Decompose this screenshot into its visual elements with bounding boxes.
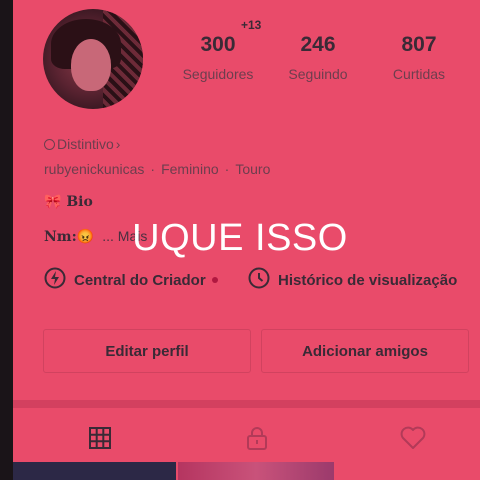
creator-center-label: Central do Criador <box>74 271 206 289</box>
gender: Feminino <box>161 161 219 177</box>
edit-profile-button[interactable]: Editar perfil <box>43 329 251 373</box>
notification-dot <box>211 277 218 283</box>
heart-icon <box>400 426 426 449</box>
chevron-right-icon: › <box>115 136 121 152</box>
bow-emoji-icon: 🎀 <box>44 194 62 210</box>
stat-following-label: Seguindo <box>288 66 348 82</box>
clock-icon <box>248 267 270 293</box>
add-friends-button[interactable]: Adicionar amigos <box>261 329 469 373</box>
section-divider <box>13 400 480 408</box>
video-thumbnail[interactable] <box>178 462 334 480</box>
bio-heading: 🎀 Bio <box>44 194 93 210</box>
lightning-icon <box>44 267 66 293</box>
username: rubyenickunicas <box>44 161 145 177</box>
lock-icon <box>247 427 267 450</box>
view-history-link[interactable]: Histórico de visualização <box>248 267 457 293</box>
profile-meta: rubyenickunicas · Feminino · Touro <box>44 161 271 177</box>
avatar-face <box>71 39 111 91</box>
badge-link[interactable]: Distintivo › <box>44 136 120 152</box>
video-thumbnail[interactable] <box>13 462 176 480</box>
stat-followers-value: 300 <box>200 33 236 56</box>
grid-icon <box>89 427 111 449</box>
creator-center-link[interactable]: Central do Criador <box>44 267 218 293</box>
profile-tabs <box>13 418 480 458</box>
stat-likes[interactable]: 807 Curtidas <box>374 33 464 82</box>
stat-likes-label: Curtidas <box>392 66 446 82</box>
stat-followers[interactable]: 300 Seguidores <box>173 33 263 82</box>
badge-icon <box>44 138 55 150</box>
zodiac-sign: Touro <box>235 161 271 177</box>
overlay-caption: UQUE ISSO <box>132 217 348 259</box>
stat-followers-label: Seguidores <box>182 66 254 82</box>
tab-videos[interactable] <box>78 418 122 458</box>
tab-private[interactable] <box>235 418 279 458</box>
bio-label: Bio <box>66 194 93 210</box>
stat-following-value: 246 <box>300 33 336 56</box>
avatar[interactable] <box>43 9 143 109</box>
stat-following[interactable]: 246 Seguindo <box>273 33 363 82</box>
view-history-label: Histórico de visualização <box>278 271 458 289</box>
stat-likes-value: 807 <box>401 33 437 56</box>
tab-liked[interactable] <box>391 418 435 458</box>
followers-delta-badge: +13 <box>241 18 262 32</box>
badge-label: Distintivo <box>57 136 114 152</box>
